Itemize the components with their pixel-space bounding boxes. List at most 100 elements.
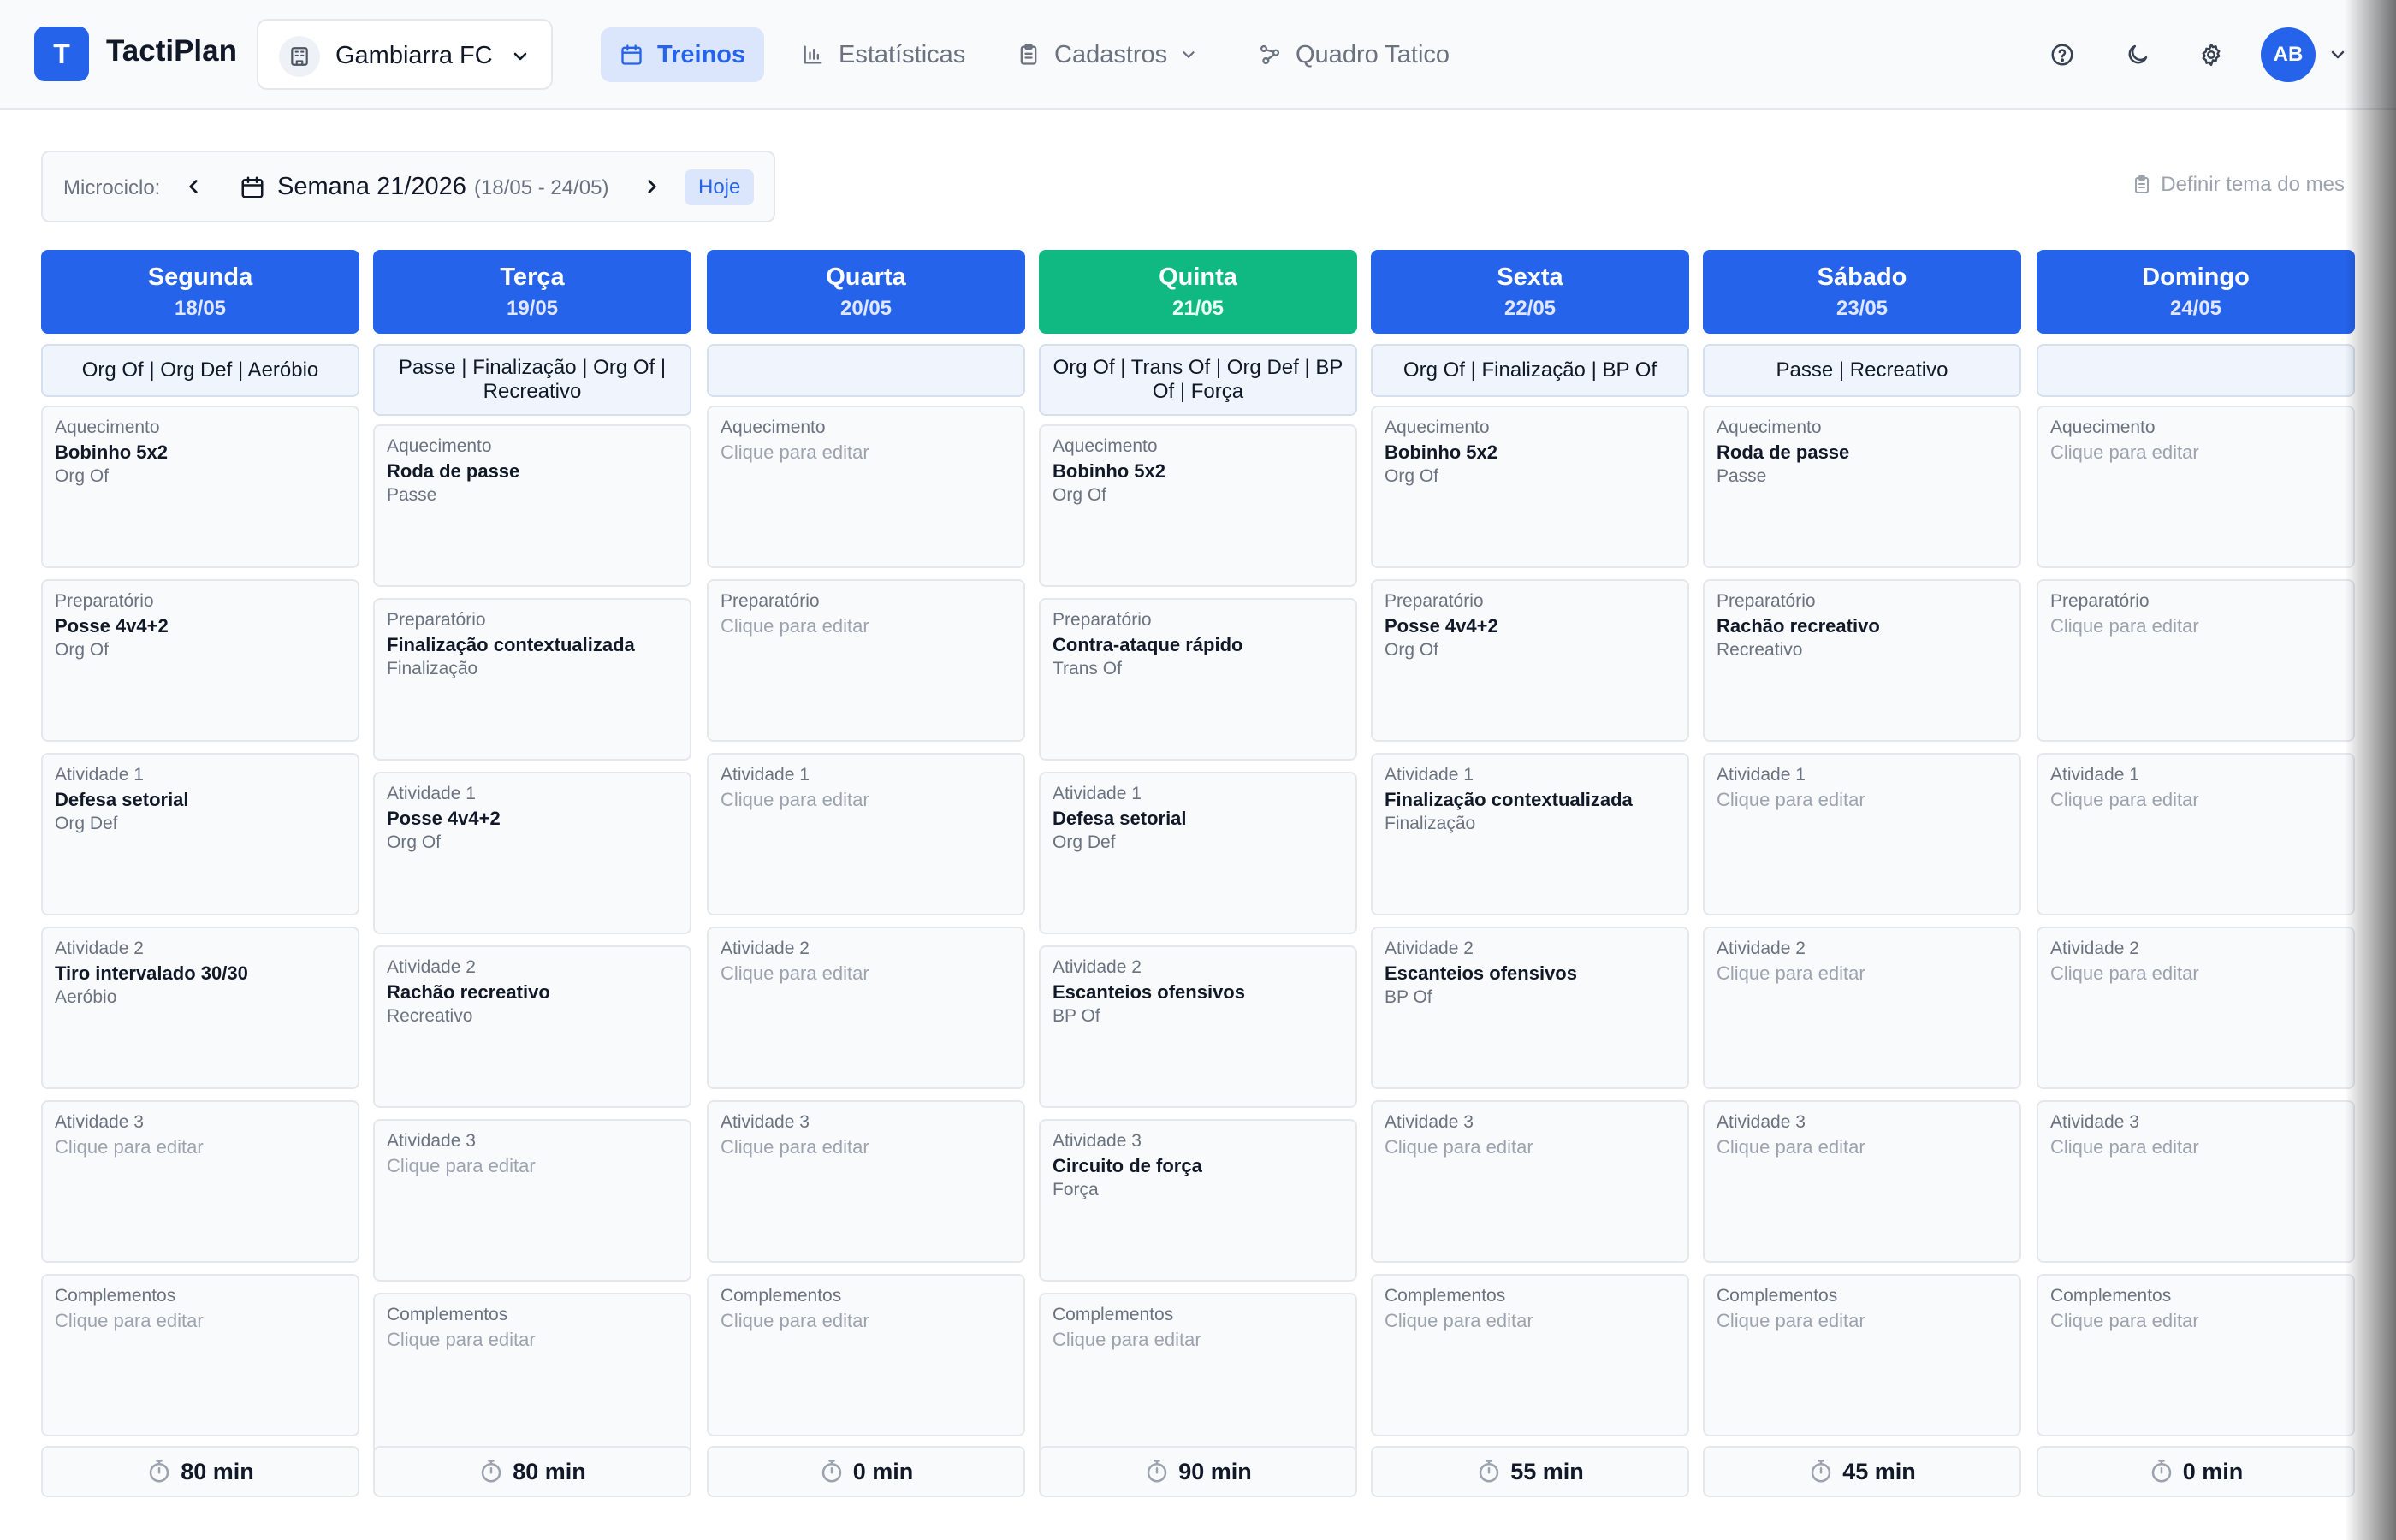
day-theme[interactable]: Org Of | Org Def | Aeróbio <box>41 344 359 397</box>
gear-icon[interactable] <box>2194 38 2228 72</box>
activity-slot[interactable]: Aquecimento Roda de passe Passe <box>373 424 691 587</box>
nav-estatisticas[interactable]: Estatísticas <box>782 27 984 82</box>
day-header[interactable]: Quarta 20/05 <box>707 250 1025 334</box>
activity-slot[interactable]: Preparatório Clique para editar <box>2037 579 2355 742</box>
day-header[interactable]: Terça 19/05 <box>373 250 691 334</box>
activity-slot[interactable]: Preparatório Clique para editar <box>707 579 1025 742</box>
slot-label: Atividade 1 <box>721 765 810 785</box>
day-theme[interactable]: Passe | Recreativo <box>1703 344 2021 397</box>
nav-quadro-tatico[interactable]: Quadro Tatico <box>1239 27 1468 82</box>
activity-title: Escanteios ofensivos <box>1053 981 1245 1003</box>
activity-slot[interactable]: Atividade 3 Clique para editar <box>1371 1100 1689 1263</box>
chevron-right-icon[interactable] <box>638 173 666 200</box>
define-month-theme-button[interactable]: Definir tema do mes <box>2132 173 2345 197</box>
moon-icon[interactable] <box>2120 38 2155 72</box>
activity-tag: Org Of <box>55 466 110 486</box>
activity-slot[interactable]: Preparatório Finalização contextualizada F… <box>373 598 691 761</box>
activity-slot[interactable]: Preparatório Posse 4v4+2 Org Of <box>1371 579 1689 742</box>
activity-slot[interactable]: Atividade 3 Clique para editar <box>2037 1100 2355 1263</box>
edit-placeholder: Clique para editar <box>721 441 869 463</box>
activity-slot[interactable]: Aquecimento Bobinho 5x2 Org Of <box>1039 424 1357 587</box>
activity-slot[interactable]: Aquecimento Bobinho 5x2 Org Of <box>41 406 359 568</box>
day-header[interactable]: Sábado 23/05 <box>1703 250 2021 334</box>
activity-slot[interactable]: Complementos Clique para editar <box>373 1293 691 1455</box>
activity-slot[interactable]: Atividade 2 Clique para editar <box>707 927 1025 1089</box>
activity-slot[interactable]: Atividade 1 Clique para editar <box>1703 753 2021 915</box>
day-theme[interactable]: Org Of | Finalização | BP Of <box>1371 344 1689 397</box>
activity-slot[interactable]: Atividade 3 Clique para editar <box>1703 1100 2021 1263</box>
chevron-down-icon[interactable] <box>2328 44 2348 69</box>
day-name: Domingo <box>2142 264 2250 291</box>
activity-slot[interactable]: Atividade 3 Clique para editar <box>707 1100 1025 1263</box>
team-name: Gambiarra FC <box>335 42 493 69</box>
day-theme[interactable]: Passe | Finalização | Org Of | Recreativ… <box>373 344 691 416</box>
activity-slot[interactable]: Atividade 3 Clique para editar <box>373 1119 691 1282</box>
team-selector[interactable]: Gambiarra FC <box>257 19 553 90</box>
nav-cadastros[interactable]: Cadastros <box>998 27 1217 82</box>
today-button[interactable]: Hoje <box>685 169 755 205</box>
activity-slot[interactable]: Atividade 2 Tiro intervalado 30/30 Aeróbio <box>41 927 359 1089</box>
activity-slot[interactable]: Atividade 2 Rachão recreativo Recreativo <box>373 945 691 1108</box>
activity-slot[interactable]: Aquecimento Roda de passe Passe <box>1703 406 2021 568</box>
microcycle-selector: Microciclo: Semana 21/2026 (18/05 - 24/0… <box>41 151 775 222</box>
activity-slot[interactable]: Complementos Clique para editar <box>2037 1274 2355 1436</box>
day-header[interactable]: Segunda 18/05 <box>41 250 359 334</box>
day-theme[interactable] <box>707 344 1025 397</box>
activity-slot[interactable]: Atividade 1 Defesa setorial Org Def <box>41 753 359 915</box>
app-logo[interactable]: T <box>34 27 89 81</box>
clipboard-icon <box>2135 175 2150 193</box>
slot-label: Atividade 2 <box>1053 957 1142 977</box>
activity-slot[interactable]: Preparatório Contra-ataque rápido Trans Of <box>1039 598 1357 761</box>
activity-slot[interactable]: Atividade 1 Finalização contextualizada Fi… <box>1371 753 1689 915</box>
day-header[interactable]: Quinta 21/05 <box>1039 250 1357 334</box>
day-column: Quarta 20/05 Aquecimento Clique para editar… <box>707 250 1025 1499</box>
day-theme[interactable]: Org Of | Trans Of | Org Def | BP Of | Fo… <box>1039 344 1357 416</box>
activity-title: Circuito de força <box>1053 1155 1202 1176</box>
activity-slot[interactable]: Atividade 1 Posse 4v4+2 Org Of <box>373 772 691 934</box>
day-total-duration: 0 min <box>707 1446 1025 1497</box>
day-name: Segunda <box>147 264 253 291</box>
nav-estatisticas-label: Estatísticas <box>839 40 966 68</box>
day-theme[interactable] <box>2037 344 2355 397</box>
activity-slot[interactable]: Aquecimento Clique para editar <box>707 406 1025 568</box>
activity-tag: Org Def <box>55 814 118 833</box>
activity-slot[interactable]: Aquecimento Bobinho 5x2 Org Of <box>1371 406 1689 568</box>
activity-slot[interactable]: Complementos Clique para editar <box>1039 1293 1357 1455</box>
activity-slot[interactable]: Atividade 1 Clique para editar <box>707 753 1025 915</box>
microcycle-label: Microciclo: <box>63 176 161 199</box>
edit-placeholder: Clique para editar <box>55 1136 204 1158</box>
slot-label: Atividade 3 <box>1053 1131 1142 1151</box>
chevron-left-icon[interactable] <box>180 173 207 200</box>
activity-slot[interactable]: Atividade 2 Escanteios ofensivos BP Of <box>1039 945 1357 1108</box>
day-header[interactable]: Sexta 22/05 <box>1371 250 1689 334</box>
edit-placeholder: Clique para editar <box>1053 1329 1201 1350</box>
slot-label: Atividade 3 <box>721 1112 810 1132</box>
slot-label: Atividade 2 <box>55 939 144 958</box>
day-total-duration: 80 min <box>41 1446 359 1497</box>
nav-treinos[interactable]: Treinos <box>601 27 765 82</box>
activity-slot[interactable]: Complementos Clique para editar <box>1371 1274 1689 1436</box>
activity-slot[interactable]: Atividade 1 Defesa setorial Org Def <box>1039 772 1357 934</box>
calendar-icon <box>240 175 265 204</box>
activity-slot[interactable]: Aquecimento Clique para editar <box>2037 406 2355 568</box>
activity-slot[interactable]: Complementos Clique para editar <box>1703 1274 2021 1436</box>
activity-slot[interactable]: Atividade 2 Clique para editar <box>1703 927 2021 1089</box>
edit-placeholder: Clique para editar <box>2050 962 2199 984</box>
activity-tag: Org Def <box>1053 832 1116 852</box>
activity-slot[interactable]: Atividade 3 Circuito de força Força <box>1039 1119 1357 1282</box>
activity-slot[interactable]: Complementos Clique para editar <box>707 1274 1025 1436</box>
activity-slot[interactable]: Atividade 2 Escanteios ofensivos BP Of <box>1371 927 1689 1089</box>
activity-slot[interactable]: Complementos Clique para editar <box>41 1274 359 1436</box>
activity-slot[interactable]: Atividade 1 Clique para editar <box>2037 753 2355 915</box>
app-title[interactable]: TactiPlan <box>106 34 237 68</box>
day-header[interactable]: Domingo 24/05 <box>2037 250 2355 334</box>
total-minutes: 80 min <box>513 1458 586 1484</box>
activity-slot[interactable]: Preparatório Rachão recreativo Recreativo <box>1703 579 2021 742</box>
day-name: Sexta <box>1497 264 1563 291</box>
user-avatar[interactable]: AB <box>2261 27 2316 82</box>
help-icon[interactable] <box>2045 38 2079 72</box>
activity-slot[interactable]: Atividade 2 Clique para editar <box>2037 927 2355 1089</box>
activity-slot[interactable]: Atividade 3 Clique para editar <box>41 1100 359 1263</box>
total-minutes: 0 min <box>852 1458 914 1484</box>
activity-slot[interactable]: Preparatório Posse 4v4+2 Org Of <box>41 579 359 742</box>
